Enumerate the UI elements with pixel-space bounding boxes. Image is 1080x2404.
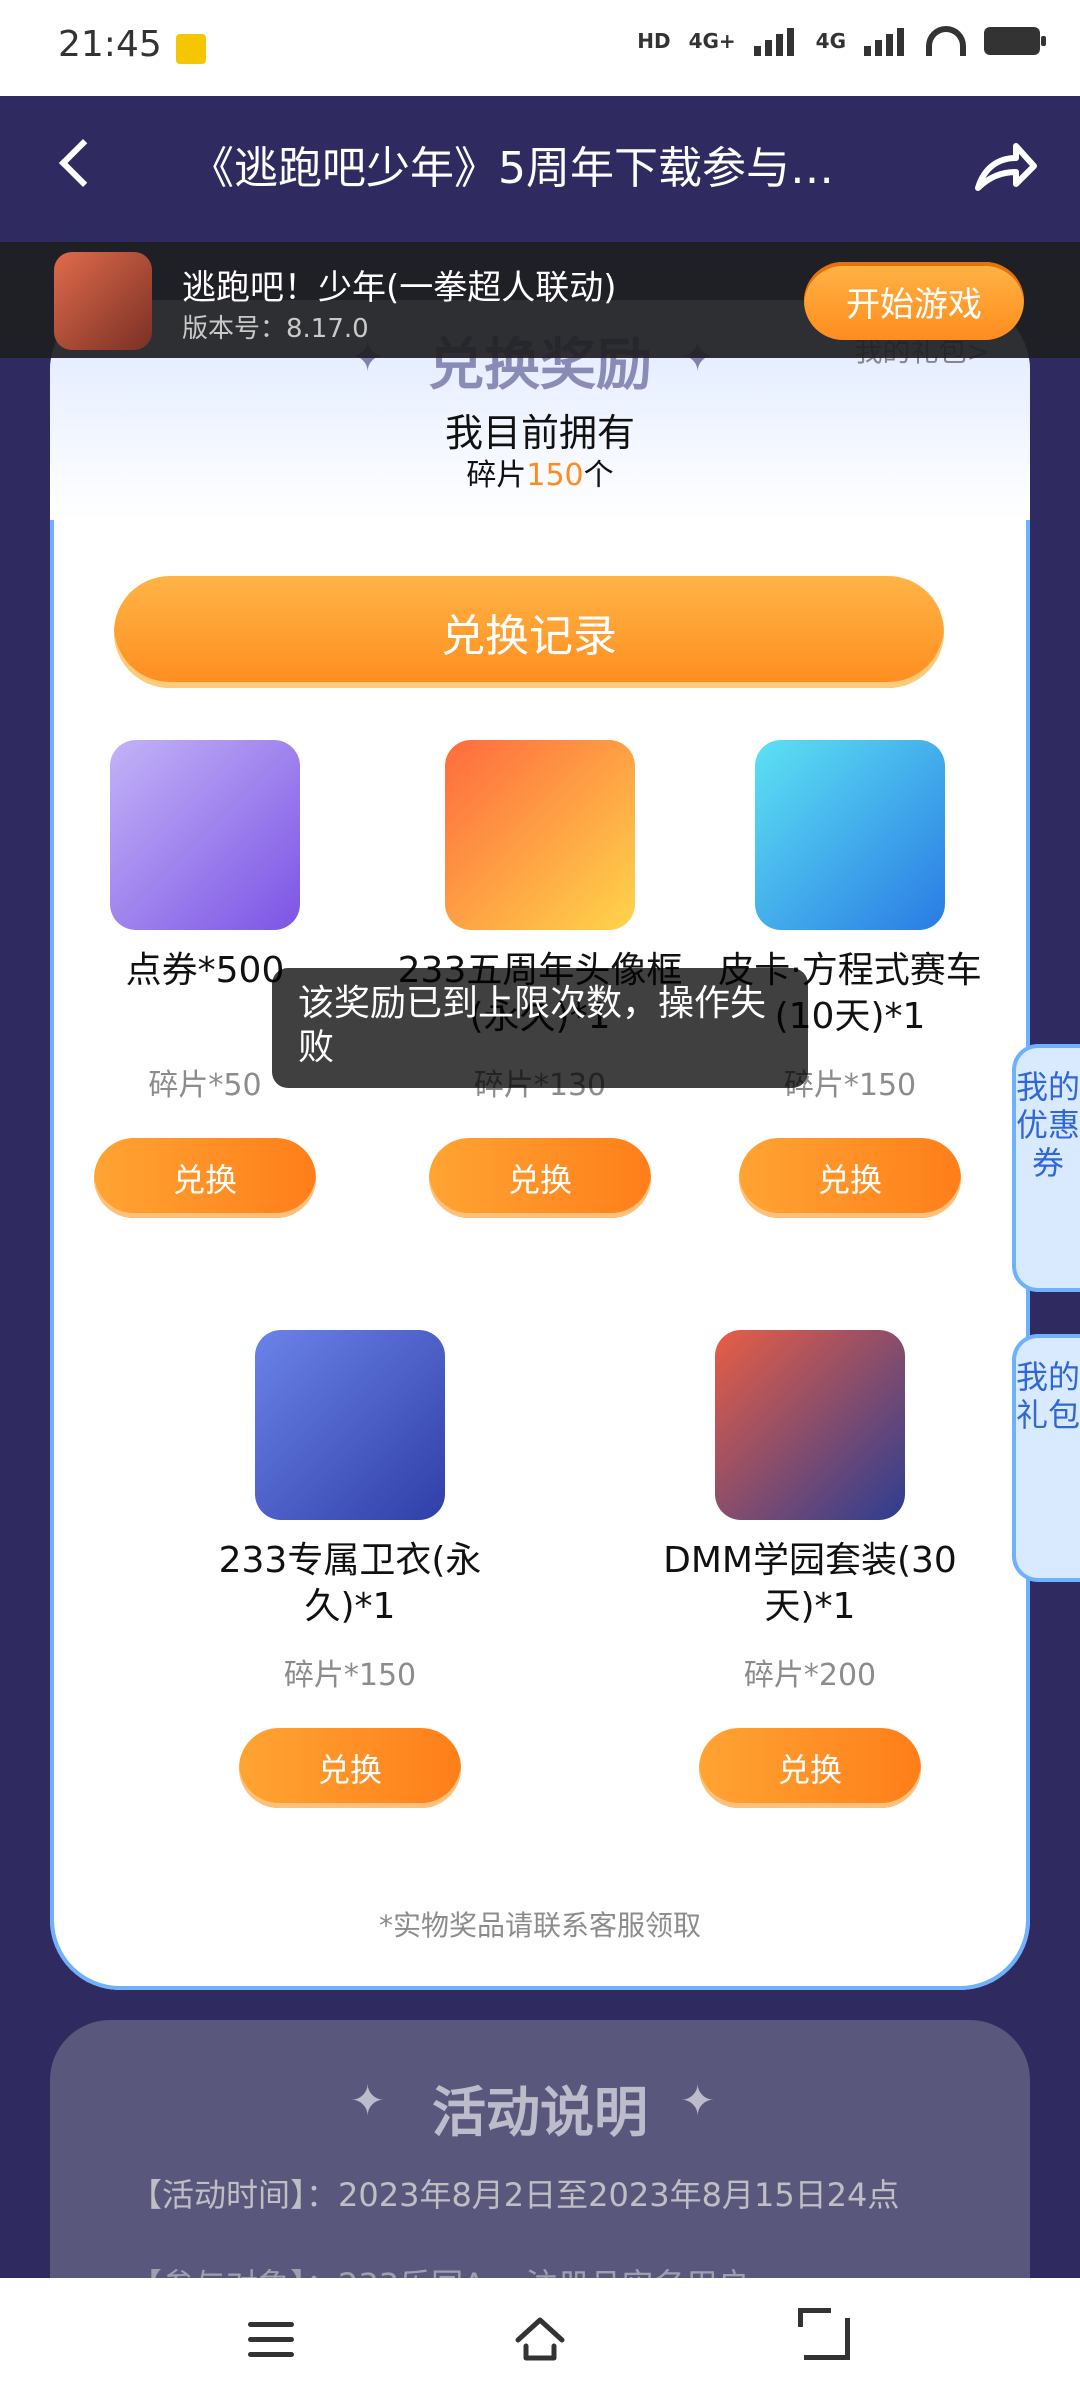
game-name: 逃跑吧！少年(一拳超人联动) xyxy=(182,268,617,308)
signal-icon-2 xyxy=(864,26,908,56)
toast-message: 该奖励已到上限次数，操作失败 xyxy=(272,968,808,1088)
reward-item-hoodie: 233专属卫衣(永久)*1 碎片*150 兑换 xyxy=(200,1330,500,1808)
menu-icon[interactable] xyxy=(248,2322,294,2360)
page-title: 《逃跑吧少年》5周年下载参与… xyxy=(190,143,834,194)
owned-label: 我目前拥有 xyxy=(444,411,635,455)
activity-time: 【活动时间】：2023年8月2日至2023年8月15日24点 xyxy=(130,2176,900,2214)
status-bar: 21:45 HD 4G+ 4G xyxy=(0,0,1080,96)
exchange-button[interactable]: 兑换 xyxy=(429,1138,651,1218)
reward-name: 233专属卫衣(永久)*1 xyxy=(218,1540,482,1627)
system-navigation-bar xyxy=(0,2278,1080,2404)
my-coupons-tab[interactable]: 我的优惠券 xyxy=(1012,1044,1080,1292)
hd-label: HD xyxy=(637,29,671,53)
game-download-strip: 逃跑吧！少年(一拳超人联动) 版本号：8.17.0 开始游戏 xyxy=(0,242,1080,358)
notification-app-icon xyxy=(176,34,206,64)
physical-prize-note: *实物奖品请联系客服领取 xyxy=(378,1909,701,1942)
reward-item-dmm-outfit: DMM学园套装(30天)*1 碎片*200 兑换 xyxy=(660,1330,960,1808)
exchange-button[interactable]: 兑换 xyxy=(239,1728,461,1808)
home-icon[interactable] xyxy=(510,2310,570,2370)
network-2-label: 4G xyxy=(815,29,846,53)
top-navigation-bar: 《逃跑吧少年》5周年下载参与… xyxy=(0,96,1080,242)
share-icon[interactable] xyxy=(970,136,1040,196)
exchange-button[interactable]: 兑换 xyxy=(699,1728,921,1808)
back-nav-icon[interactable] xyxy=(798,2308,850,2360)
exchange-button[interactable]: 兑换 xyxy=(94,1138,316,1218)
exchange-button[interactable]: 兑换 xyxy=(739,1138,961,1218)
start-game-button[interactable]: 开始游戏 xyxy=(804,262,1024,340)
status-time: 21:45 xyxy=(58,24,162,65)
reward-cost: 碎片*150 xyxy=(283,1658,417,1693)
exchange-rewards-card: ✦ 兑换奖励 ✦ 我的礼包> 我目前拥有 碎片150个 兑换记录 点券*500 … xyxy=(50,300,1030,1990)
signal-icon xyxy=(753,26,798,56)
owned-fragments: 碎片150个 xyxy=(50,450,1030,494)
status-icons: HD 4G+ 4G xyxy=(637,26,1046,56)
racing-car-reward-image xyxy=(755,740,945,930)
network-1-label: 4G+ xyxy=(688,29,736,53)
back-arrow-icon[interactable] xyxy=(48,132,108,192)
sparkle-icon: ✦ xyxy=(680,2076,716,2125)
avatar-frame-reward-image xyxy=(445,740,635,930)
exchange-record-button[interactable]: 兑换记录 xyxy=(114,576,944,688)
owned-prefix: 碎片 xyxy=(466,458,527,493)
hoodie-reward-image xyxy=(255,1330,445,1520)
coupon-reward-image xyxy=(110,740,300,930)
owned-count: 150 xyxy=(526,458,584,493)
wifi-icon xyxy=(926,26,966,56)
my-gifts-tab[interactable]: 我的礼包 xyxy=(1012,1334,1080,1582)
game-app-icon xyxy=(54,252,152,350)
game-version: 版本号：8.17.0 xyxy=(182,314,369,344)
battery-icon xyxy=(984,27,1046,55)
reward-cost: 碎片*200 xyxy=(743,1658,877,1693)
dmm-outfit-reward-image xyxy=(715,1330,905,1520)
reward-name: DMM学园套装(30天)*1 xyxy=(663,1540,957,1627)
rules-title: 活动说明 xyxy=(432,2081,648,2144)
owned-suffix: 个 xyxy=(583,458,614,493)
